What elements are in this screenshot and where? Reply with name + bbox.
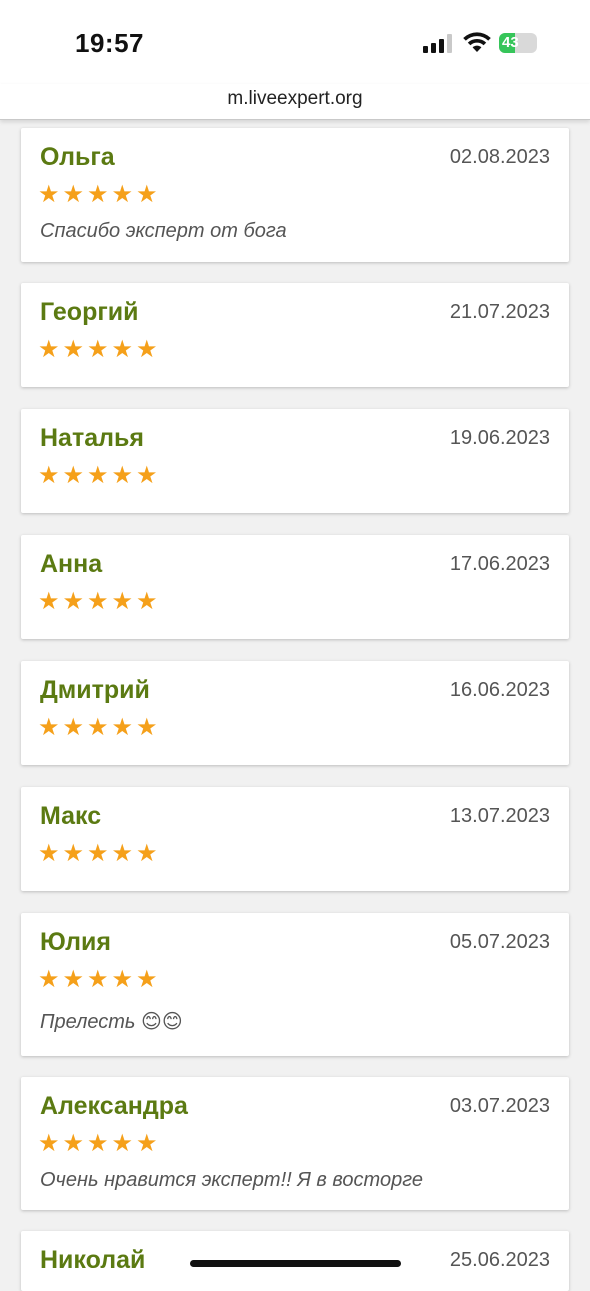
star-icon: ★ bbox=[87, 714, 109, 741]
status-time: 19:57 bbox=[75, 28, 144, 58]
reviewer-name[interactable]: Наталья bbox=[40, 424, 144, 453]
rating-stars: ★ ★ ★ ★ ★ bbox=[38, 336, 161, 364]
star-icon: ★ bbox=[62, 588, 85, 615]
star-icon: ★ bbox=[87, 1130, 109, 1157]
review-date: 03.07.2023 bbox=[449, 1095, 550, 1117]
reviewer-name[interactable]: Александра bbox=[40, 1092, 188, 1121]
star-icon: ★ bbox=[136, 966, 158, 993]
star-icon: ★ bbox=[111, 966, 134, 993]
rating-stars: ★ ★ ★ ★ ★ bbox=[38, 714, 161, 742]
review-date: 02.08.2023 bbox=[449, 146, 550, 168]
rating-stars: ★ ★ ★ ★ ★ bbox=[38, 1130, 161, 1158]
reviewer-name[interactable]: Анна bbox=[40, 550, 102, 579]
browser-address-bar[interactable]: m.liveexpert.org bbox=[0, 84, 590, 120]
star-icon: ★ bbox=[38, 336, 60, 363]
star-icon: ★ bbox=[62, 181, 85, 208]
star-icon: ★ bbox=[87, 462, 109, 489]
star-icon: ★ bbox=[62, 1130, 85, 1157]
star-icon: ★ bbox=[136, 840, 158, 867]
star-icon: ★ bbox=[38, 181, 60, 208]
rating-stars: ★ ★ ★ ★ ★ bbox=[38, 966, 161, 994]
status-bar: 19:57 43 bbox=[0, 0, 590, 84]
star-icon: ★ bbox=[87, 840, 109, 867]
review-comment: Прелесть 😊😊 bbox=[40, 1011, 183, 1033]
star-icon: ★ bbox=[111, 840, 134, 867]
reviewer-name[interactable]: Юлия bbox=[40, 928, 111, 957]
reviewer-name[interactable]: Николай bbox=[40, 1246, 145, 1275]
rating-stars: ★ ★ ★ ★ ★ bbox=[38, 588, 161, 616]
star-icon: ★ bbox=[111, 336, 134, 363]
review-date: 19.06.2023 bbox=[449, 427, 550, 449]
review-comment: Очень нравится эксперт!! Я в восторге bbox=[40, 1169, 423, 1191]
review-card: Макс 13.07.2023 ★ ★ ★ ★ ★ bbox=[21, 787, 569, 891]
cellular-signal-icon bbox=[423, 33, 453, 53]
star-icon: ★ bbox=[111, 588, 134, 615]
star-icon: ★ bbox=[136, 336, 158, 363]
review-card: Ольга 02.08.2023 ★ ★ ★ ★ ★ Спасибо эксперт о… bbox=[21, 128, 569, 262]
review-date: 21.07.2023 bbox=[449, 301, 550, 323]
star-icon: ★ bbox=[87, 966, 109, 993]
review-date: 05.07.2023 bbox=[449, 931, 550, 953]
star-icon: ★ bbox=[111, 714, 134, 741]
review-date: 25.06.2023 bbox=[449, 1249, 550, 1271]
star-icon: ★ bbox=[111, 462, 134, 489]
star-icon: ★ bbox=[87, 336, 109, 363]
review-date: 17.06.2023 bbox=[449, 553, 550, 575]
star-icon: ★ bbox=[62, 714, 85, 741]
review-date: 16.06.2023 bbox=[449, 679, 550, 701]
review-card: Наталья 19.06.2023 ★ ★ ★ ★ ★ bbox=[21, 409, 569, 513]
rating-stars: ★ ★ ★ ★ ★ bbox=[38, 840, 161, 868]
reviewer-name[interactable]: Ольга bbox=[40, 143, 115, 172]
star-icon: ★ bbox=[87, 181, 109, 208]
star-icon: ★ bbox=[136, 714, 158, 741]
battery-icon: 43 bbox=[499, 33, 537, 53]
url-text[interactable]: m.liveexpert.org bbox=[0, 88, 590, 110]
star-icon: ★ bbox=[38, 966, 60, 993]
home-indicator[interactable] bbox=[190, 1260, 401, 1267]
star-icon: ★ bbox=[136, 181, 158, 208]
reviewer-name[interactable]: Георгий bbox=[40, 298, 139, 327]
star-icon: ★ bbox=[111, 181, 134, 208]
star-icon: ★ bbox=[87, 588, 109, 615]
rating-stars: ★ ★ ★ ★ ★ bbox=[38, 462, 161, 490]
star-icon: ★ bbox=[38, 840, 60, 867]
wifi-icon bbox=[463, 32, 491, 52]
star-icon: ★ bbox=[62, 462, 85, 489]
review-comment: Спасибо эксперт от бога bbox=[40, 220, 287, 242]
star-icon: ★ bbox=[136, 588, 158, 615]
review-date: 13.07.2023 bbox=[449, 805, 550, 827]
star-icon: ★ bbox=[38, 714, 60, 741]
review-card: Александра 03.07.2023 ★ ★ ★ ★ ★ Очень нравит… bbox=[21, 1077, 569, 1210]
reviewer-name[interactable]: Макс bbox=[40, 802, 101, 831]
star-icon: ★ bbox=[62, 966, 85, 993]
review-card: Анна 17.06.2023 ★ ★ ★ ★ ★ bbox=[21, 535, 569, 639]
reviewer-name[interactable]: Дмитрий bbox=[40, 676, 150, 705]
star-icon: ★ bbox=[111, 1130, 134, 1157]
star-icon: ★ bbox=[136, 462, 158, 489]
star-icon: ★ bbox=[38, 1130, 60, 1157]
battery-percent: 43 bbox=[502, 34, 519, 51]
star-icon: ★ bbox=[62, 840, 85, 867]
star-icon: ★ bbox=[38, 588, 60, 615]
review-card: Юлия 05.07.2023 ★ ★ ★ ★ ★ Прелесть 😊😊 bbox=[21, 913, 569, 1056]
rating-stars: ★ ★ ★ ★ ★ bbox=[38, 181, 161, 209]
review-card: Георгий 21.07.2023 ★ ★ ★ ★ ★ bbox=[21, 283, 569, 387]
star-icon: ★ bbox=[62, 336, 85, 363]
star-icon: ★ bbox=[136, 1130, 158, 1157]
review-card: Дмитрий 16.06.2023 ★ ★ ★ ★ ★ bbox=[21, 661, 569, 765]
star-icon: ★ bbox=[38, 462, 60, 489]
